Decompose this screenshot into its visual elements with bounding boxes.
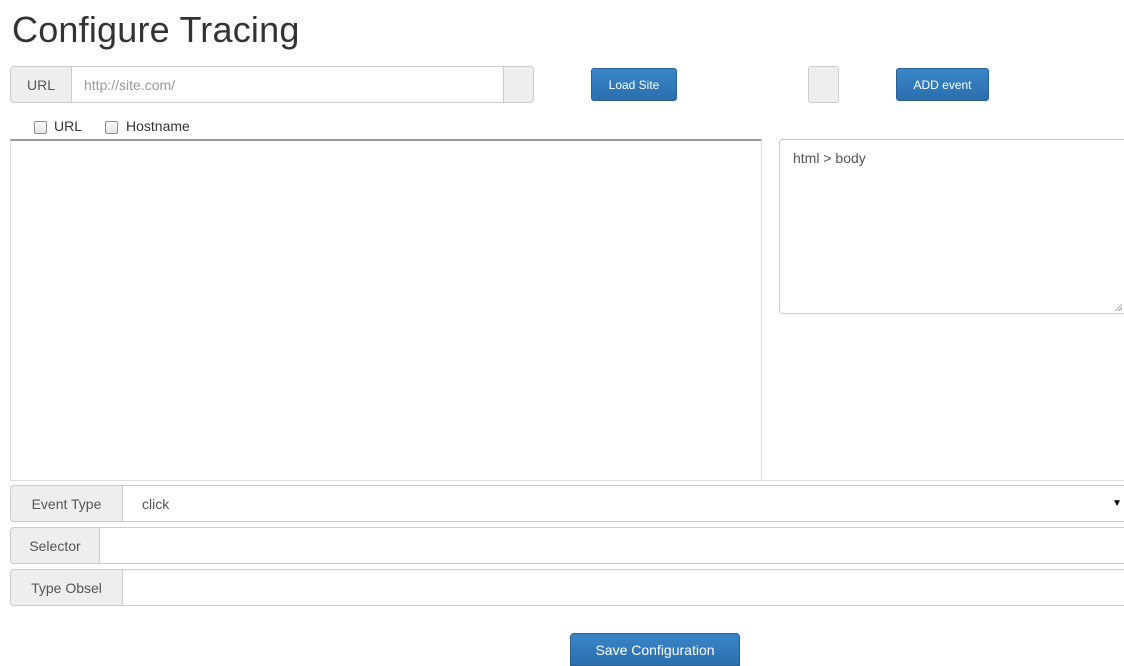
selector-input-wrapper (99, 527, 1124, 564)
url-addon: URL (10, 66, 72, 103)
hostname-checkbox-label: Hostname (126, 118, 190, 134)
load-site-button[interactable]: Load Site (591, 68, 677, 101)
url-checkbox-label: URL (54, 118, 83, 134)
type-obsel-input-wrapper (122, 569, 1124, 606)
hostname-checkbox[interactable] (105, 121, 118, 134)
add-event-button[interactable]: ADD event (896, 68, 989, 101)
url-checkbox[interactable] (34, 121, 47, 134)
type-obsel-addon: Type Obsel (10, 569, 123, 606)
selector-panel (762, 139, 1124, 481)
event-type-select[interactable]: click ▼ (122, 485, 1124, 522)
page-title: Configure Tracing (12, 9, 300, 50)
selector-input[interactable] (100, 528, 1124, 563)
url-input[interactable] (72, 67, 503, 102)
url-addon-right (503, 66, 534, 103)
type-obsel-input[interactable] (123, 570, 1124, 605)
site-preview-frame[interactable] (10, 139, 762, 481)
save-configuration-button[interactable]: Save Configuration (570, 633, 740, 666)
event-type-value: click (142, 495, 170, 512)
triangle-down-icon: ▼ (1112, 498, 1122, 509)
event-type-addon: Event Type (10, 485, 123, 522)
url-input-wrapper (71, 66, 504, 103)
selector-addon: Selector (10, 527, 100, 564)
event-selector-box[interactable] (808, 66, 839, 103)
